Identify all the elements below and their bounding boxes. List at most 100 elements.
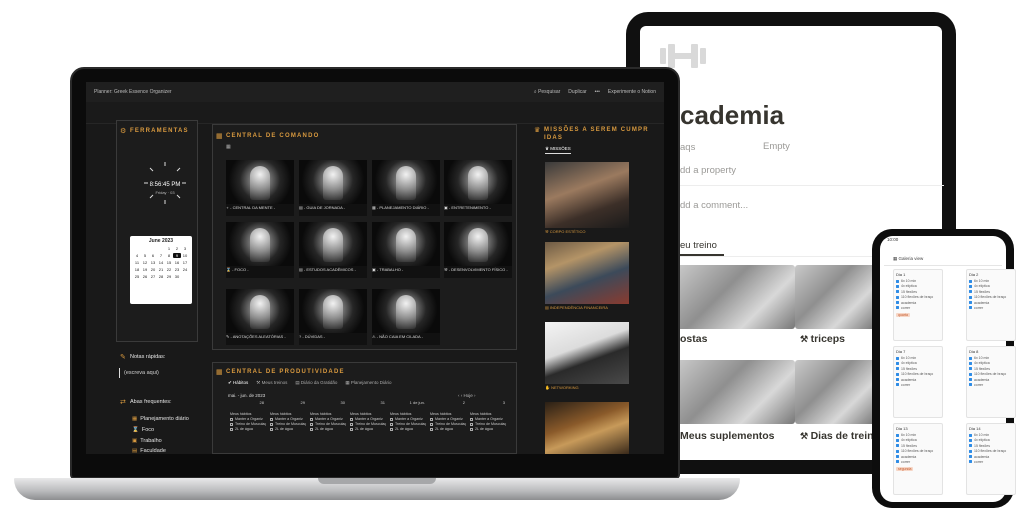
gallery-view-icon[interactable]: ▦ [226,144,231,150]
calendar-day[interactable]: 11 [133,260,141,265]
command-card-label: ✎ - ANOTAÇÕES ALEATÓRIAS - [226,334,286,339]
mission-card[interactable]: ⚒ CORPO ESTÉTICO [545,162,629,234]
command-card[interactable]: ▣ - TRABALHO - [372,222,440,278]
calendar-day[interactable]: 19 [141,267,149,272]
day-number: 29 [300,400,305,405]
day-number: 2 [462,400,465,405]
phone-card[interactable]: Dia 7 6x 10 min 4x elíptica 15 flexões 1… [893,346,943,418]
tab-daily-plan[interactable]: ▦ Planejamento Diário [345,380,391,386]
calendar-day[interactable]: 15 [165,260,173,265]
calendar-day[interactable]: 24 [181,267,189,272]
gallery-card-image[interactable] [677,265,795,329]
gallery-card-title[interactable]: ostas [680,333,707,345]
command-card[interactable]: ▤ - GUIA DE JORNADA - [299,160,367,216]
mission-card[interactable] [545,402,629,454]
add-comment-input[interactable]: dd a comment... [680,200,748,211]
duplicate-button[interactable]: Duplicar [568,89,586,95]
calendar-day[interactable]: 1 [165,246,173,251]
property-name[interactable]: aqs [680,142,695,153]
calendar-day[interactable]: 6 [149,253,157,258]
phone-card[interactable]: Dia 2 6x 10 min 4x elíptica 15 flexões 1… [966,269,1016,341]
gallery-card-title[interactable]: ⚒ triceps [800,333,845,345]
command-card[interactable]: ⚒ - DESENVOLVIMENTO FÍSICO - [444,222,512,278]
calendar-day[interactable]: 4 [133,253,141,258]
habit-entry[interactable]: Meus hábitos Manter a Organiz Treino de Mu… [230,412,268,431]
gallery-card-image[interactable] [677,360,795,424]
command-card[interactable]: ⌛ - FOCO - [226,222,294,278]
habit-entry[interactable]: Meus hábitos Manter a Organiz Treino de Mu… [390,412,428,431]
calendar-nav[interactable]: ‹ › Hoje › [458,393,476,398]
frequent-item[interactable]: ▣ Trabalho [132,438,162,444]
mission-card[interactable]: ✋ NETWORKING [545,322,629,390]
calendar-day[interactable]: 12 [141,260,149,265]
calendar-day[interactable]: 17 [181,260,189,265]
productivity-tabs: ✔ Hábitos ⚒ Meus treinos ▤ Diário da Gra… [228,380,391,386]
try-notion-button[interactable]: Experimente o Notion [608,89,656,95]
habit-entry[interactable]: Meus hábitos Manter a Organiz Treino de Mu… [470,412,508,431]
command-card[interactable]: ⚠ - NÃO CAIA EM CILADA - [372,289,440,345]
calendar-day[interactable]: 14 [157,260,165,265]
chevron-right-icon: › [472,393,476,398]
mission-card[interactable]: ▤ INDEPENDÊNCIA FINANCEIRA [545,242,629,310]
calendar-day[interactable]: 7 [157,253,165,258]
calendar-day[interactable]: 27 [149,274,157,279]
calendar-day[interactable]: 10 [181,253,189,258]
command-card-label: ⌛ - FOCO - [226,267,249,272]
grid-icon: ▦ [216,369,223,376]
mission-image [545,402,629,454]
calendar-day[interactable]: 9 [173,253,181,258]
calendar-day[interactable]: 22 [165,267,173,272]
frequent-item[interactable]: ▦ Planejamento diário [132,416,189,422]
command-card[interactable]: ▦ - PLANEJAMENTO DIÁRIO - [372,160,440,216]
tab-workouts[interactable]: ⚒ Meus treinos [256,380,287,386]
calendar-day[interactable]: 3 [181,246,189,251]
calendar-day[interactable]: 13 [149,260,157,265]
calendar-day[interactable]: 25 [133,274,141,279]
gallery-card-image[interactable] [795,265,875,329]
calendar-day[interactable]: 20 [149,267,157,272]
tab-gratitude[interactable]: ▤ Diário da Gratidão [295,380,337,386]
breadcrumb[interactable]: Planner: Greek Essence Organizer [94,89,172,95]
gallery-card-title[interactable]: Meus suplementos [680,430,775,442]
calendar-day[interactable]: 2 [173,246,181,251]
calendar-day[interactable]: 26 [141,274,149,279]
habit-entry[interactable]: Meus hábitos Manter a Organiz Treino de Mu… [310,412,348,431]
command-card[interactable]: ? - DÚVIDAS - [299,289,367,345]
day-number: 30 [340,400,345,405]
command-card[interactable]: ▣ - ENTRETENIMENTO - [444,160,512,216]
phone-card[interactable]: Dia 1 6x 10 min 4x elíptica 15 flexões 1… [893,269,943,341]
gallery-card-image[interactable] [795,360,875,424]
mission-label: ⚒ CORPO ESTÉTICO [545,229,586,234]
habit-entry[interactable]: Meus hábitos Manter a Organiz Treino de Mu… [350,412,388,431]
calendar-day[interactable]: 21 [157,267,165,272]
search-button[interactable]: ⌕ Pesquisar [534,89,560,95]
view-tab[interactable]: eu treino [680,240,717,251]
calendar-day[interactable]: 18 [133,267,141,272]
tab-habits[interactable]: ✔ Hábitos [228,380,248,386]
command-card[interactable]: ♆ - CENTRAL DA MENTE - [226,160,294,216]
habit-entry[interactable]: Meus hábitos Manter a Organiz Treino de Mu… [430,412,468,431]
more-button[interactable]: ••• [595,89,600,95]
command-card[interactable]: ✎ - ANOTAÇÕES ALEATÓRIAS - [226,289,294,345]
frequent-item[interactable]: ▤ Faculdade [132,448,166,454]
tab-missions[interactable]: ♛ MISSÕES [545,146,571,154]
phone-card[interactable]: Dia 8 6x 10 min 4x elíptica 15 flexões 1… [966,346,1016,418]
add-property-button[interactable]: dd a property [680,165,736,176]
calendar-day[interactable]: 5 [141,253,149,258]
view-selector[interactable]: ▦ Galeria view [893,256,923,262]
phone-card[interactable]: Dia 14 6x 10 min 4x elíptica 15 flexões … [966,423,1016,495]
command-card[interactable]: ▤ - ESTUDOS ACADÊMICOS - [299,222,367,278]
frequent-item[interactable]: ⌛ Foco [132,427,154,433]
calendar-day[interactable]: 28 [157,274,165,279]
property-value[interactable]: Empty [763,141,790,152]
calendar-day[interactable]: 23 [173,267,181,272]
gallery-card-title[interactable]: ⚒ Dias de treino [800,430,880,442]
calendar-day[interactable]: 30 [173,274,181,279]
notes-input[interactable]: (escreva aqui) [124,370,159,376]
calendar-day[interactable]: 16 [173,260,181,265]
calendar-range: mai. - jun. de 2023 [228,393,266,398]
calendar-day[interactable]: 29 [165,274,173,279]
calendar-day[interactable]: 8 [165,253,173,258]
habit-entry[interactable]: Meus hábitos Manter a Organiz Treino de Mu… [270,412,308,431]
phone-card[interactable]: Dia 13 6x 10 min 4x elíptica 15 flexões … [893,423,943,495]
